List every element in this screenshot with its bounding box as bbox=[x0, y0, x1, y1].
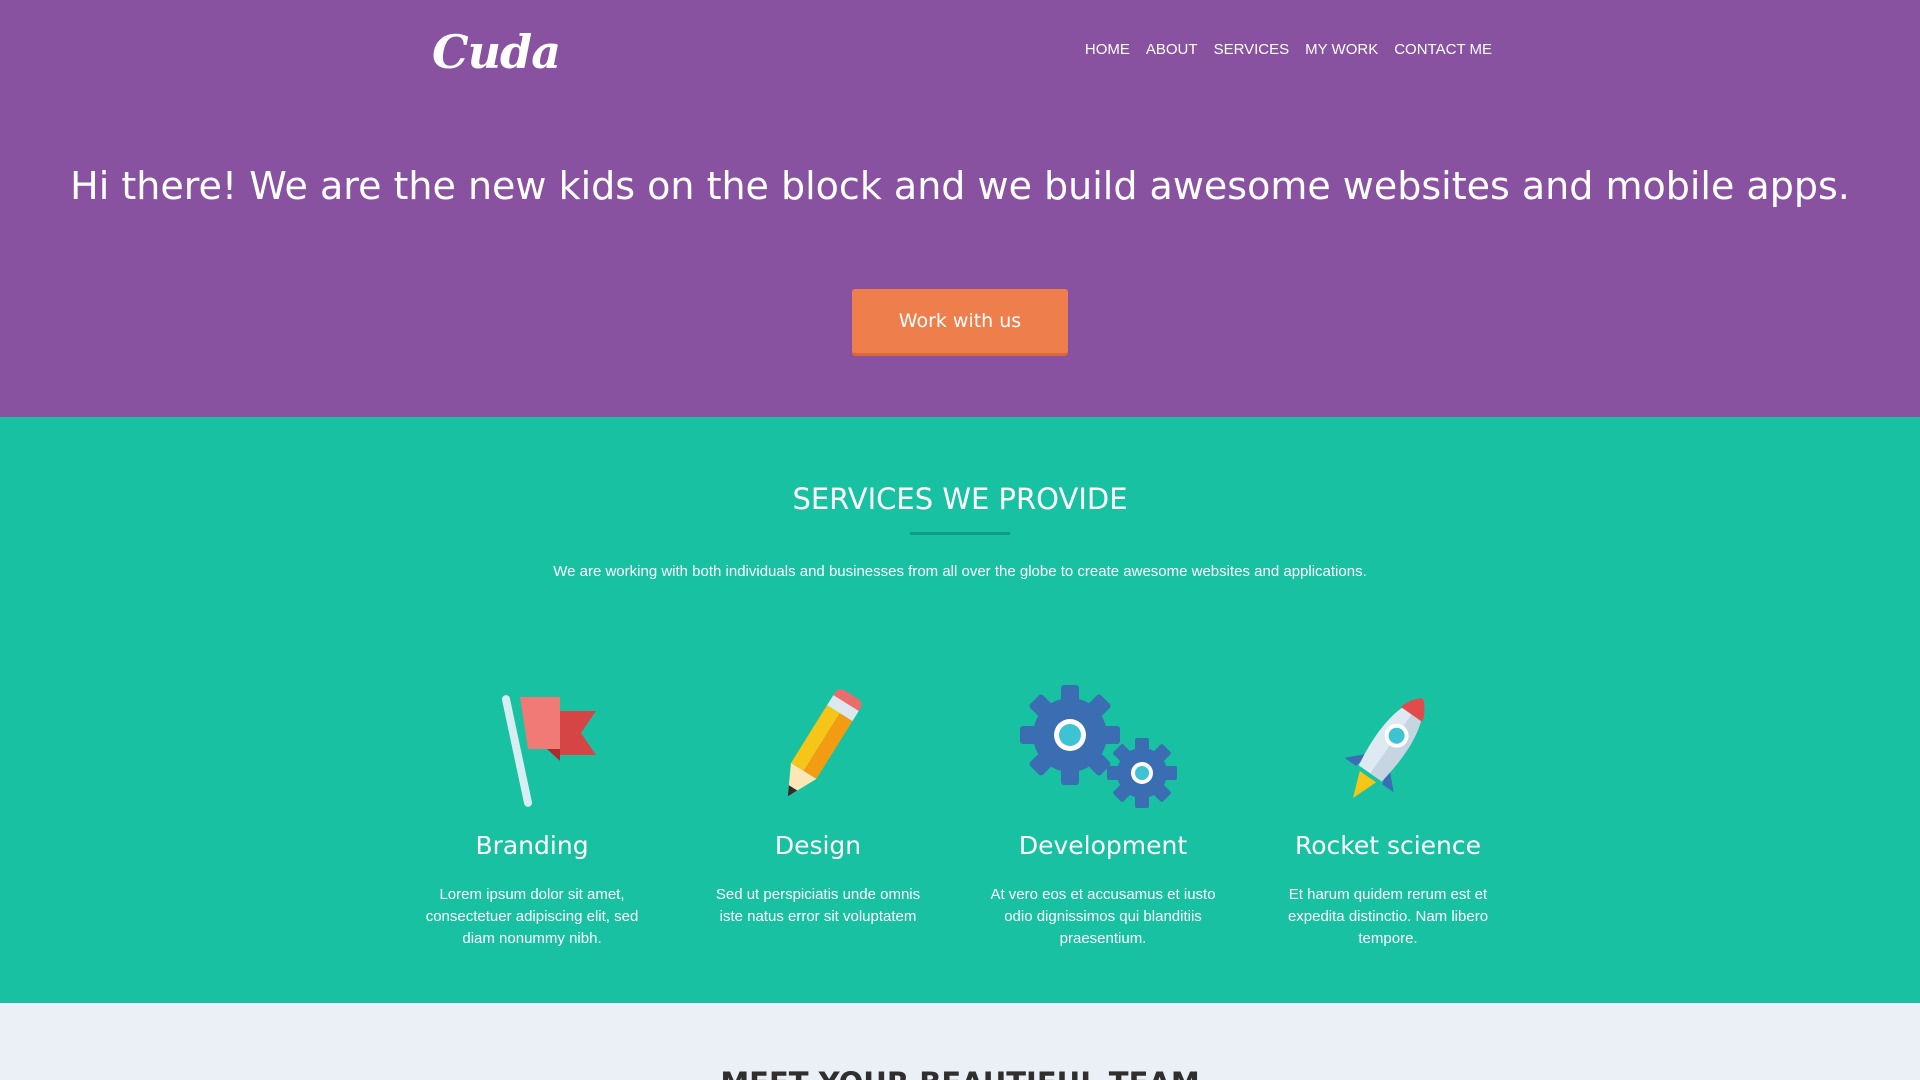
service-description: Et harum quidem rerum est et expedita di… bbox=[1287, 886, 1489, 947]
nav-about[interactable]: ABOUT bbox=[1146, 38, 1198, 62]
gears-icon bbox=[973, 678, 1233, 818]
service-description: Lorem ipsum dolor sit amet, consectetuer… bbox=[425, 886, 639, 947]
main-nav: HOME ABOUT SERVICES MY WORK CONTACT ME bbox=[1085, 38, 1492, 62]
title-divider bbox=[910, 532, 1010, 535]
nav-my-work[interactable]: MY WORK bbox=[1305, 38, 1378, 62]
services-subtitle: We are working with both individuals and… bbox=[553, 563, 1367, 580]
rocket-icon bbox=[1258, 678, 1518, 818]
service-branding: Branding Lorem ipsum dolor sit amet, con… bbox=[402, 678, 662, 950]
team-section: MEET YOUR BEAUTIFUL TEAM bbox=[0, 1003, 1920, 1080]
service-name: Development bbox=[1018, 831, 1188, 860]
flag-icon bbox=[402, 678, 662, 818]
services-section: SERVICES WE PROVIDE We are working with … bbox=[0, 417, 1920, 1003]
service-description: Sed ut perspiciatis unde omnis iste natu… bbox=[715, 886, 921, 925]
nav-services[interactable]: SERVICES bbox=[1214, 38, 1290, 62]
pencil-icon bbox=[688, 678, 948, 818]
service-name: Design bbox=[774, 831, 862, 860]
hero-headline: Hi there! We are the new kids on the blo… bbox=[70, 164, 1850, 208]
service-description: At vero eos et accusamus et iusto odio d… bbox=[990, 886, 1216, 947]
services-title: SERVICES WE PROVIDE bbox=[792, 482, 1128, 516]
service-development: Development At vero eos et accusamus et … bbox=[973, 678, 1233, 950]
service-rocket-science: Rocket science Et harum quidem rerum est… bbox=[1258, 678, 1518, 950]
service-name: Rocket science bbox=[1294, 831, 1482, 860]
nav-home[interactable]: HOME bbox=[1085, 38, 1130, 62]
hero-section: Cuda HOME ABOUT SERVICES MY WORK CONTACT… bbox=[0, 0, 1920, 417]
work-with-us-button[interactable]: Work with us bbox=[852, 289, 1068, 353]
service-name: Branding bbox=[475, 831, 589, 860]
nav-contact-me[interactable]: CONTACT ME bbox=[1394, 38, 1492, 62]
team-title: MEET YOUR BEAUTIFUL TEAM bbox=[0, 1063, 1920, 1080]
logo[interactable]: Cuda bbox=[432, 24, 561, 80]
service-design: Design Sed ut perspiciatis unde omnis is… bbox=[688, 678, 948, 928]
